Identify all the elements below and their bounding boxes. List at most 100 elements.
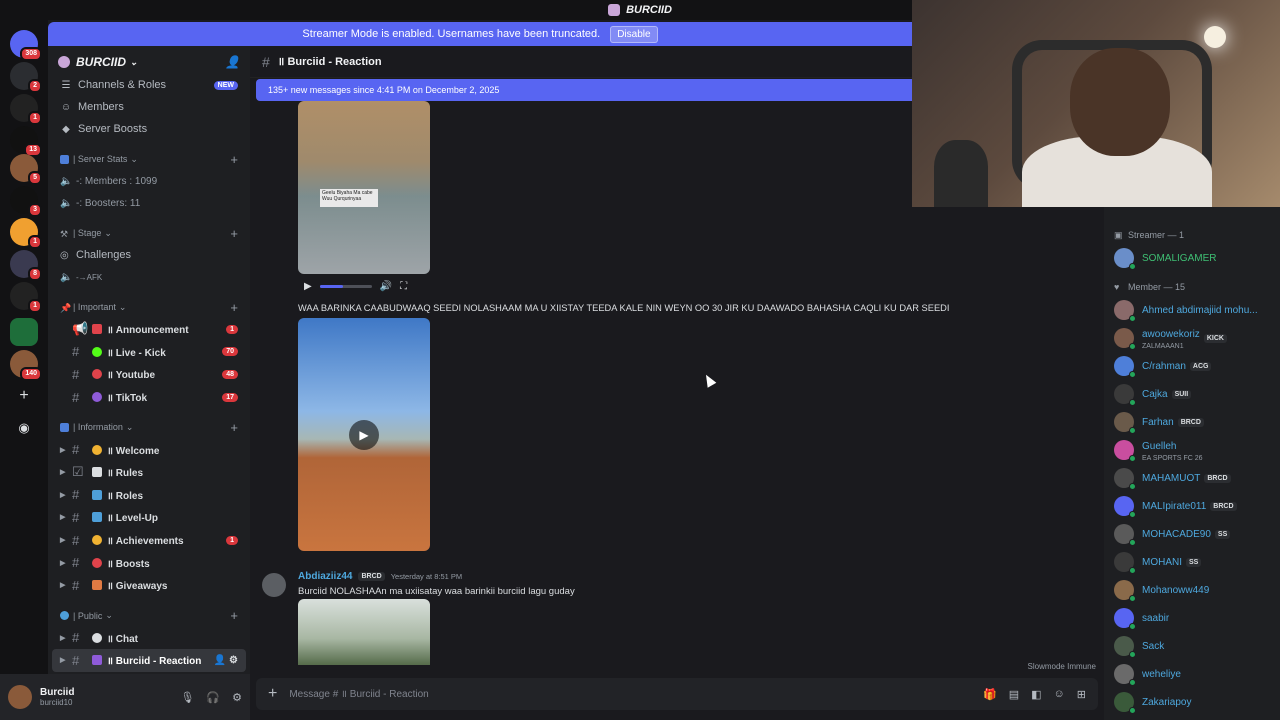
video-progress-bar[interactable] xyxy=(319,284,372,288)
gif-icon[interactable]: ▤ xyxy=(1009,688,1019,701)
member-item[interactable]: C/rahman ACG xyxy=(1104,352,1280,380)
server-icon-burciid[interactable]: 140 xyxy=(10,350,42,381)
member-item[interactable]: SOMALIGAMER xyxy=(1104,244,1280,272)
channel-settings-icons[interactable]: 👤 ⚙ xyxy=(214,655,238,666)
video-attachment-1[interactable]: Geelu Biyaha Ma cabe Wuu Qurqurinyaa xyxy=(298,101,430,274)
discover-icon[interactable]: ◉ xyxy=(10,414,38,442)
disable-streamer-button[interactable]: Disable xyxy=(610,25,658,43)
add-channel-icon[interactable]: + xyxy=(230,226,238,241)
play-button-icon[interactable]: ▶ xyxy=(349,420,379,450)
video-progress-fill xyxy=(319,284,344,288)
member-item[interactable]: Mohanoww449 xyxy=(1104,576,1280,604)
member-item[interactable]: Ahmed abdimajiid mohu... xyxy=(1104,296,1280,324)
user-avatar[interactable] xyxy=(8,685,32,709)
chevron-right-icon: ▶ xyxy=(60,469,66,477)
emoji-icon[interactable]: ☺ xyxy=(1054,688,1065,701)
voice-channel-members[interactable]: 🔈 -: Members : 1099 xyxy=(48,170,250,192)
member-item[interactable]: Farhan BRCD xyxy=(1104,408,1280,436)
online-status-icon xyxy=(1129,651,1136,658)
fullscreen-icon[interactable]: ⛶ xyxy=(400,281,407,292)
add-channel-icon[interactable]: + xyxy=(230,152,238,167)
member-item[interactable]: awoowekoriz KICK ZALMAAAN1 xyxy=(1104,324,1280,352)
hash-icon: # xyxy=(72,532,80,548)
member-name: MAHAMUOT xyxy=(1142,472,1201,484)
channel-announcement[interactable]: 📢 ॥ Announcement 1 xyxy=(48,318,250,341)
member-item[interactable]: weheliye xyxy=(1104,660,1280,688)
member-avatar xyxy=(1114,692,1136,714)
channel-achievements[interactable]: ▶ # ॥ Achievements 1 xyxy=(48,529,250,552)
server-icon-5[interactable]: 3 xyxy=(10,186,42,217)
author-avatar[interactable] xyxy=(262,573,286,597)
server-icon-3[interactable]: 13 xyxy=(10,126,42,157)
channel-youtube[interactable]: # ॥ Youtube 48 xyxy=(48,363,250,386)
member-item[interactable]: MOHACADE90 SS xyxy=(1104,520,1280,548)
add-channel-icon[interactable]: + xyxy=(230,608,238,623)
add-channel-icon[interactable]: + xyxy=(230,300,238,315)
online-status-icon xyxy=(1129,371,1136,378)
nav-channels-roles[interactable]: ☰ Channels & Roles NEW xyxy=(48,74,250,96)
mouse-cursor xyxy=(701,372,717,388)
member-item[interactable]: MALIpirate011 BRCD xyxy=(1104,492,1280,520)
member-item[interactable]: Cajka SUII xyxy=(1104,380,1280,408)
message-author[interactable]: Abdiaziiz44 xyxy=(298,571,352,582)
category-information[interactable]: | Information ⌄ + xyxy=(48,416,250,438)
channel-rules[interactable]: ▶ ☑ ॥ Rules xyxy=(48,461,250,484)
members-icon: ☺ xyxy=(60,101,72,113)
add-channel-icon[interactable]: + xyxy=(230,420,238,435)
server-icon-6[interactable]: 1 xyxy=(10,218,42,249)
nav-server-boosts[interactable]: ◆ Server Boosts xyxy=(48,118,250,140)
server-icon-kick[interactable] xyxy=(10,318,38,346)
unread-badge: 8 xyxy=(28,267,42,281)
member-item[interactable]: Sack xyxy=(1104,632,1280,660)
gift-icon[interactable]: 🎁 xyxy=(983,688,997,701)
server-icon-1[interactable]: 2 xyxy=(10,62,42,93)
server-icon-8[interactable]: 1 xyxy=(10,282,42,313)
headphones-icon[interactable]: 🎧 xyxy=(206,691,220,704)
sticker-icon[interactable]: ◧ xyxy=(1031,688,1041,701)
new-messages-bar[interactable]: 135+ new messages since 4:41 PM on Decem… xyxy=(256,79,912,101)
channel-tiktok[interactable]: # ॥ TikTok 17 xyxy=(48,386,250,409)
stats-icon xyxy=(60,154,69,164)
channel-giveaways[interactable]: ▶ # ॥ Giveaways xyxy=(48,574,250,597)
volume-icon[interactable]: 🔊 xyxy=(380,281,392,292)
member-item[interactable]: MOHANI SS xyxy=(1104,548,1280,576)
voice-channel-boosters[interactable]: 🔈 -: Boosters: 11 xyxy=(48,192,250,214)
voice-channel-afk[interactable]: 🔈 -→AFK xyxy=(48,266,250,288)
microphone-icon[interactable]: 🎙 xyxy=(180,691,194,704)
member-item[interactable]: Zakariapoy xyxy=(1104,688,1280,716)
channel-boosts[interactable]: ▶ # ॥ Boosts xyxy=(48,551,250,574)
message-input[interactable] xyxy=(289,688,984,700)
play-icon[interactable]: ▶ xyxy=(304,281,312,292)
member-name: saabir xyxy=(1142,612,1170,624)
server-icon-4[interactable]: 5 xyxy=(10,154,42,185)
server-icon-7[interactable]: 8 xyxy=(10,250,42,281)
category-important[interactable]: 📌 | Important ⌄ + xyxy=(48,296,250,318)
invite-icon[interactable]: 👤 xyxy=(225,55,240,69)
category-server-stats[interactable]: | Server Stats ⌄ + xyxy=(48,148,250,170)
video-attachment-2[interactable]: ▶ xyxy=(298,318,430,551)
channel-live-kick[interactable]: # ॥ Live - Kick 70 xyxy=(48,341,250,364)
channel-welcome[interactable]: ▶ # ॥ Welcome xyxy=(48,438,250,461)
user-info[interactable]: Burciid burciid10 xyxy=(40,687,74,707)
channel-burciid-reaction[interactable]: ▶ # ॥ Burciid - Reaction 👤 ⚙ xyxy=(52,649,246,672)
channel-emoji-icon xyxy=(92,489,102,500)
stage-channel-challenges[interactable]: ◎ Challenges xyxy=(48,244,250,266)
server-icon-2[interactable]: 1 xyxy=(10,94,42,125)
video-attachment-3[interactable] xyxy=(298,599,430,665)
settings-gear-icon[interactable]: ⚙ xyxy=(232,691,242,704)
member-item[interactable]: MAHAMUOT BRCD xyxy=(1104,464,1280,492)
channel-level-up[interactable]: ▶ # ॥ Level-Up xyxy=(48,506,250,529)
channel-roles[interactable]: ▶ # ॥ Roles xyxy=(48,484,250,507)
category-public[interactable]: | Public ⌄ + xyxy=(48,605,250,627)
add-server-icon[interactable]: + xyxy=(10,382,38,410)
unread-badge: 3 xyxy=(28,203,42,217)
channel-chat[interactable]: ▶ # ॥ Chat xyxy=(48,627,250,650)
add-attachment-icon[interactable]: + xyxy=(268,685,277,703)
member-item[interactable]: saabir xyxy=(1104,604,1280,632)
member-server-tag: SS xyxy=(1186,557,1202,567)
member-item[interactable]: Guelleh EA SPORTS FC 26 xyxy=(1104,436,1280,464)
apps-icon[interactable]: ⊞ xyxy=(1077,688,1086,701)
home-discord-icon[interactable]: 308 xyxy=(10,30,42,61)
category-stage[interactable]: ⚒ | Stage ⌄ + xyxy=(48,222,250,244)
nav-members[interactable]: ☺ Members xyxy=(48,96,250,118)
